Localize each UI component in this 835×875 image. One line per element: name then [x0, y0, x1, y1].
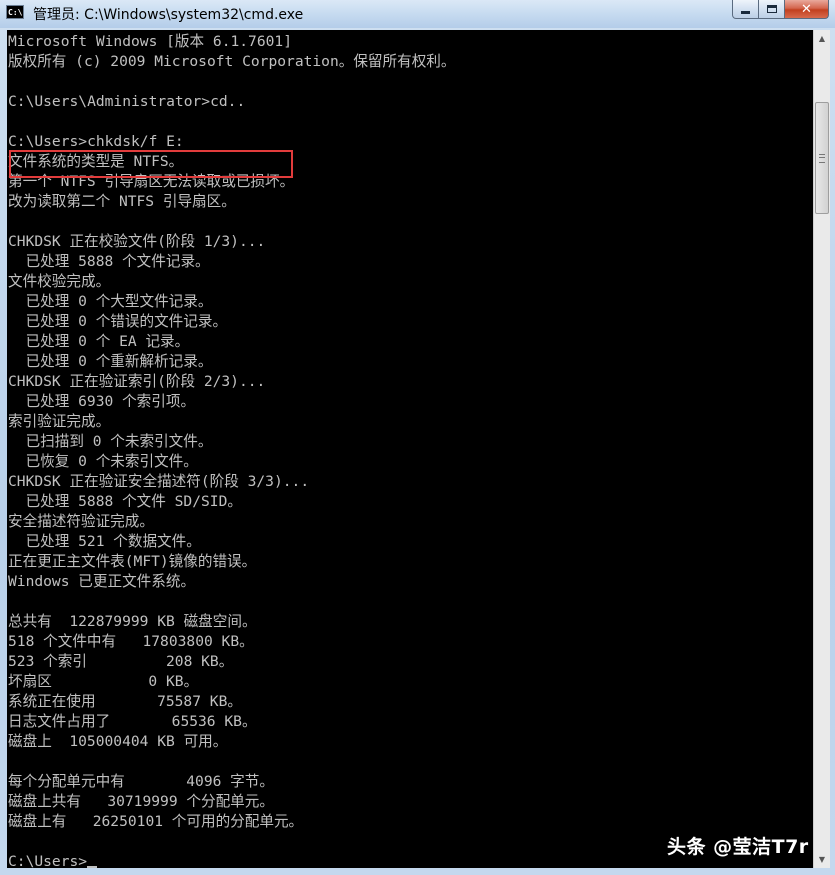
console-line: 文件校验完成。: [8, 273, 111, 290]
console-line: 已处理 0 个错误的文件记录。: [8, 313, 228, 330]
console-line: 已处理 5888 个文件记录。: [8, 253, 210, 270]
scroll-up-button[interactable]: ▲: [814, 30, 830, 47]
console-line: 磁盘上共有 30719999 个分配单元。: [8, 793, 274, 810]
watermark-text: 头条 @莹洁T7r: [667, 836, 809, 858]
console-line: 已处理 521 个数据文件。: [8, 533, 201, 550]
scroll-down-button[interactable]: ▼: [814, 851, 830, 868]
maximize-icon: [766, 5, 777, 13]
console-line: 版权所有 (c) 2009 Microsoft Corporation。保留所有…: [8, 53, 456, 70]
minimize-button[interactable]: [732, 0, 759, 19]
maximize-button[interactable]: [759, 0, 785, 19]
window-controls: ✕: [732, 0, 829, 20]
console-line: 523 个索引 208 KB。: [8, 653, 234, 670]
console-line: 正在更正主文件表(MFT)镜像的错误。: [8, 553, 257, 570]
console-line: 安全描述符验证完成。: [8, 513, 154, 530]
console-line: 518 个文件中有 17803800 KB。: [8, 633, 254, 650]
grip-icon: [819, 153, 825, 163]
scroll-down-icon: ▼: [818, 855, 826, 864]
console-line: 索引验证完成。: [8, 413, 111, 430]
console-line: CHKDSK 正在验证安全描述符(阶段 3/3)...: [8, 473, 310, 490]
console-line: 已处理 0 个 EA 记录。: [8, 333, 190, 350]
cmd-app-icon[interactable]: C:\: [6, 5, 24, 19]
window-title: 管理员: C:\Windows\system32\cmd.exe: [33, 7, 304, 23]
console-line: 已处理 0 个重新解析记录。: [8, 353, 213, 370]
console-line: 坏扇区 0 KB。: [8, 673, 199, 690]
console-line: 每个分配单元中有 4096 字节。: [8, 773, 274, 790]
vertical-scrollbar[interactable]: ▲ ▼: [813, 30, 830, 868]
console-line: 磁盘上有 26250101 个可用的分配单元。: [8, 813, 304, 830]
console-line: C:\Users\Administrator>cd..: [8, 93, 246, 110]
console-line: C:\Users>: [8, 852, 456, 868]
console-line: 系统正在使用 75587 KB。: [8, 693, 242, 710]
console-line: 总共有 122879999 KB 磁盘空间。: [8, 613, 257, 630]
console-line: 日志文件占用了 65536 KB。: [8, 713, 257, 730]
console-line: CHKDSK 正在验证索引(阶段 2/3)...: [8, 373, 266, 390]
title-bar[interactable]: C:\ 管理员: C:\Windows\system32\cmd.exe ✕: [0, 0, 835, 28]
console-line: C:\Users>chkdsk/f E:: [8, 133, 184, 150]
console-line: Windows 已更正文件系统。: [8, 573, 196, 590]
console-line: 已扫描到 0 个未索引文件。: [8, 433, 213, 450]
console-line: 改为读取第二个 NTFS 引导扇区。: [8, 193, 236, 210]
console-line: 已恢复 0 个未索引文件。: [8, 453, 198, 470]
close-button[interactable]: ✕: [785, 0, 829, 19]
console-line: 已处理 0 个大型文件记录。: [8, 293, 213, 310]
cmd-window: C:\ 管理员: C:\Windows\system32\cmd.exe ✕ M…: [0, 0, 835, 875]
console-output[interactable]: Microsoft Windows [版本 6.1.7601] 版权所有 (c) …: [7, 30, 813, 868]
text-cursor: [87, 866, 98, 868]
console-line: CHKDSK 正在校验文件(阶段 1/3)...: [8, 233, 266, 250]
console-line: 已处理 6930 个索引项。: [8, 393, 196, 410]
console-line: Microsoft Windows [版本 6.1.7601]: [8, 33, 292, 50]
scroll-up-icon: ▲: [818, 34, 826, 43]
minimize-icon: [741, 10, 750, 14]
command-highlight-box: [9, 150, 293, 178]
console-line: 磁盘上 105000404 KB 可用。: [8, 733, 228, 750]
close-icon: ✕: [801, 1, 812, 17]
scrollbar-thumb[interactable]: [815, 102, 829, 214]
console-line: 已处理 5888 个文件 SD/SID。: [8, 493, 242, 510]
